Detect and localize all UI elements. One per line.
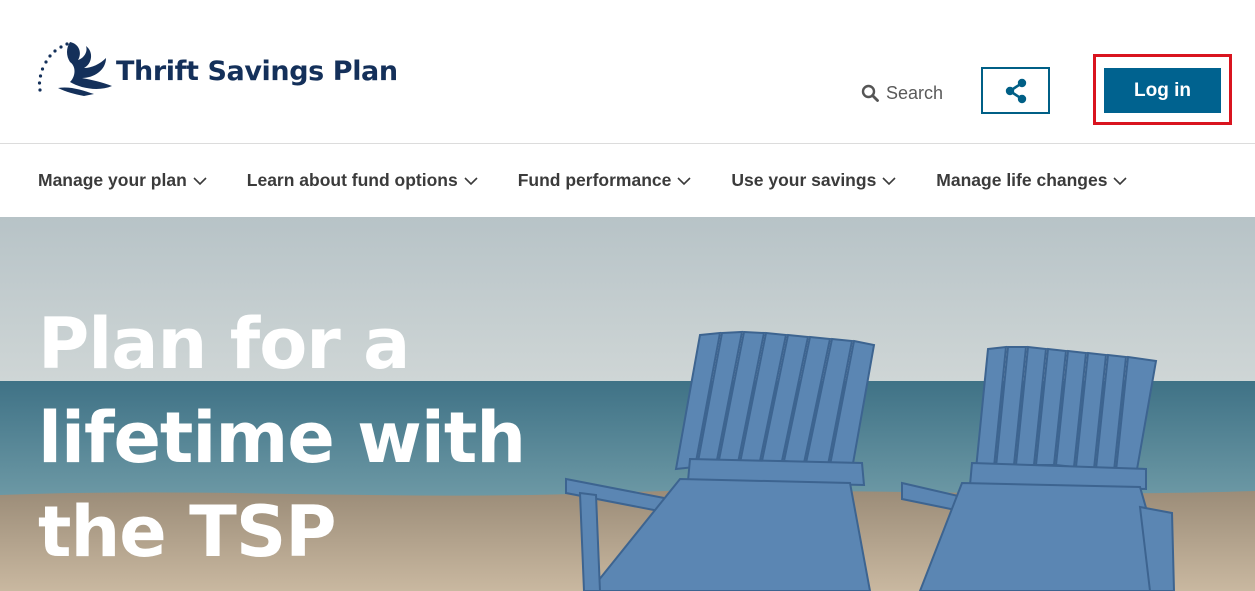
login-highlight-box: Log in (1093, 54, 1232, 125)
nav-item-life-changes[interactable]: Manage life changes (936, 170, 1128, 191)
nav-item-label: Use your savings (731, 170, 877, 190)
hero-banner: Plan for a lifetime with the TSP (0, 217, 1255, 591)
share-button[interactable] (981, 67, 1050, 114)
search-label: Search (886, 82, 944, 103)
hero-title-line: Plan for a (38, 303, 410, 385)
nav-item-label: Learn about fund options (246, 170, 458, 190)
nav-item-label: Manage your plan (38, 170, 187, 190)
site-header: Thrift Savings Plan Search Log in (0, 0, 1255, 144)
nav-item-use-your-savings[interactable]: Use your savings (731, 170, 896, 191)
login-button[interactable]: Log in (1104, 68, 1221, 113)
chevron-down-icon (464, 176, 478, 185)
hero-title-line: the TSP (38, 491, 337, 573)
chevron-down-icon (882, 176, 896, 185)
nav-item-label: Fund performance (517, 170, 672, 190)
hero-title-line: lifetime with (38, 397, 526, 479)
nav-item-fund-performance[interactable]: Fund performance (518, 170, 692, 191)
nav-item-manage-your-plan[interactable]: Manage your plan (38, 170, 207, 191)
share-icon (1005, 78, 1026, 103)
search-link[interactable]: Search (861, 80, 943, 106)
main-nav: Manage your plan Learn about fund option… (0, 144, 1255, 217)
eagle-logo-icon (37, 42, 112, 96)
tsp-logo[interactable]: Thrift Savings Plan (36, 36, 398, 98)
chevron-down-icon (193, 176, 207, 185)
nav-item-fund-options[interactable]: Learn about fund options (247, 170, 478, 191)
chevron-down-icon (1113, 176, 1128, 185)
nav-item-label: Manage life changes (936, 170, 1108, 190)
chevron-down-icon (677, 176, 691, 185)
logo-text: Thrift Savings Plan (116, 55, 398, 87)
search-icon (861, 84, 879, 102)
hero-title: Plan for a lifetime with the TSP (38, 297, 558, 579)
